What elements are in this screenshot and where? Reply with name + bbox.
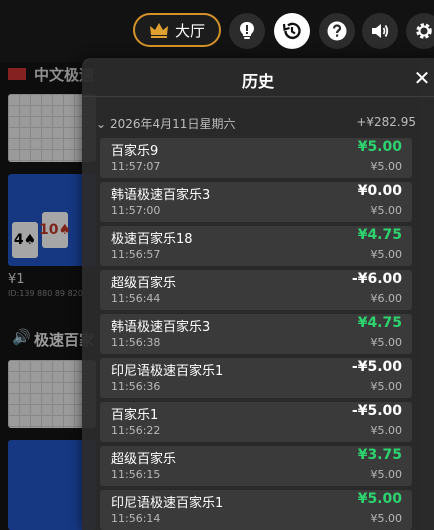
bet-time: 11:56:44 — [111, 292, 161, 305]
date-group-header[interactable]: ⌄ 2026年4月11日星期六 +¥282.95 — [96, 115, 416, 132]
history-item[interactable]: 超级百家乐 11:56:44 -¥6.00 ¥6.00 — [100, 270, 412, 310]
result-amount: ¥3.75 — [357, 447, 402, 463]
bet-time: 11:57:07 — [111, 160, 161, 173]
bet-time: 11:56:14 — [111, 512, 161, 525]
crown-icon — [149, 23, 168, 38]
date-label: 2026年4月11日星期六 — [110, 117, 236, 131]
game-name: 百家乐9 — [111, 144, 159, 159]
top-bar: 大厅 — [0, 0, 434, 62]
bet-amount: ¥6.00 — [370, 292, 403, 305]
history-title: 历史 — [241, 72, 274, 91]
divider — [82, 96, 434, 97]
game-name: 韩语极速百家乐3 — [111, 320, 211, 335]
result-amount: -¥6.00 — [351, 271, 402, 287]
result-amount: ¥0.00 — [357, 183, 402, 199]
history-item[interactable]: 百家乐9 11:57:07 ¥5.00 ¥5.00 — [100, 138, 412, 178]
close-icon[interactable]: ✕ — [412, 66, 432, 90]
game-name: 超级百家乐 — [111, 452, 177, 467]
history-item[interactable]: 超级百家乐 11:56:15 ¥3.75 ¥5.00 — [100, 446, 412, 486]
bet-time: 11:56:22 — [111, 424, 161, 437]
result-amount: ¥4.75 — [357, 227, 402, 243]
bet-amount: ¥5.00 — [370, 204, 403, 217]
bet-time: 11:56:38 — [111, 336, 161, 349]
result-amount: ¥4.75 — [357, 315, 402, 331]
bet-amount: ¥5.00 — [370, 248, 403, 261]
tips-icon — [240, 22, 254, 39]
result-amount: ¥5.00 — [357, 139, 402, 155]
game-name: 超级百家乐 — [111, 276, 177, 291]
result-amount: ¥5.00 — [357, 491, 402, 507]
tips-button[interactable] — [229, 13, 265, 49]
sound-icon — [372, 24, 389, 38]
game-name: 极速百家乐18 — [111, 232, 193, 247]
bet-amount: ¥5.00 — [370, 336, 403, 349]
bet-amount: ¥5.00 — [370, 512, 403, 525]
history-item[interactable]: 百家乐1 11:56:22 -¥5.00 ¥5.00 — [100, 402, 412, 442]
bet-time: 11:56:15 — [111, 468, 161, 481]
history-button[interactable] — [274, 13, 310, 49]
history-item[interactable]: 印尼语极速百家乐1 11:56:36 -¥5.00 ¥5.00 — [100, 358, 412, 398]
bet-time: 11:57:00 — [111, 204, 161, 217]
game-name: 韩语极速百家乐3 — [111, 188, 211, 203]
bet-amount: ¥5.00 — [370, 468, 403, 481]
game-name: 印尼语极速百家乐1 — [111, 496, 224, 511]
day-total: +¥282.95 — [356, 115, 416, 129]
settings-button[interactable] — [406, 13, 434, 49]
bet-amount: ¥5.00 — [370, 160, 403, 173]
result-amount: -¥5.00 — [351, 403, 402, 419]
history-item[interactable]: 印尼语极速百家乐1 11:56:14 ¥5.00 ¥5.00 — [100, 490, 412, 530]
lobby-label: 大厅 — [174, 21, 205, 40]
chevron-down-icon: ⌄ — [96, 117, 107, 131]
result-amount: -¥5.00 — [351, 359, 402, 375]
game-name: 百家乐1 — [111, 408, 159, 423]
help-icon — [327, 21, 347, 41]
history-item[interactable]: 韩语极速百家乐3 11:56:38 ¥4.75 ¥5.00 — [100, 314, 412, 354]
lobby-button[interactable]: 大厅 — [133, 13, 221, 47]
bet-time: 11:56:36 — [111, 380, 161, 393]
sound-button[interactable] — [362, 13, 398, 49]
help-button[interactable] — [319, 13, 355, 49]
history-icon — [282, 22, 301, 40]
settings-icon — [416, 23, 432, 39]
game-name: 印尼语极速百家乐1 — [111, 364, 224, 379]
bet-amount: ¥5.00 — [370, 424, 403, 437]
history-panel: 历史 ✕ ⌄ 2026年4月11日星期六 +¥282.95 百家乐9 11:57:0… — [82, 58, 434, 530]
bet-time: 11:56:57 — [111, 248, 161, 261]
history-item[interactable]: 韩语极速百家乐3 11:57:00 ¥0.00 ¥5.00 — [100, 182, 412, 222]
bet-amount: ¥5.00 — [370, 380, 403, 393]
history-item[interactable]: 极速百家乐18 11:56:57 ¥4.75 ¥5.00 — [100, 226, 412, 266]
